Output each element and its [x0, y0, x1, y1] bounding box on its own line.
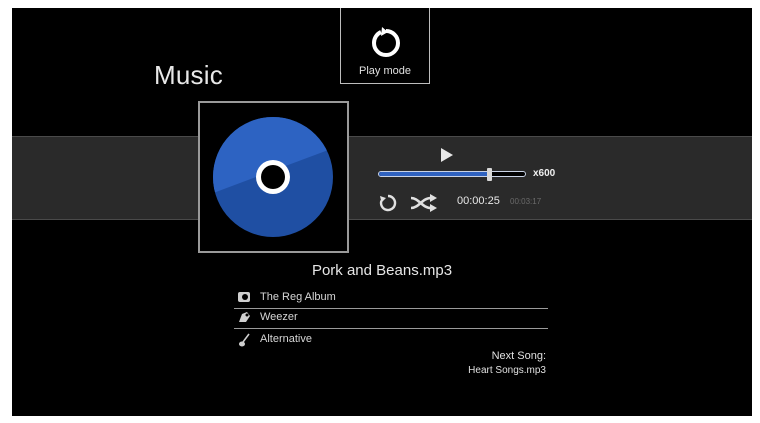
- genre-row: Alternative: [234, 330, 548, 350]
- elapsed-time: 00:00:25: [457, 195, 500, 207]
- next-song-label: Next Song:: [491, 350, 546, 362]
- artist-row: Weezer: [234, 308, 548, 329]
- progress-fill: [379, 172, 489, 176]
- song-title: Pork and Beans.mp3: [311, 262, 453, 279]
- progress-slider[interactable]: [378, 168, 526, 181]
- artist-icon: [239, 312, 250, 322]
- next-song-name: Heart Songs.mp3: [468, 365, 546, 376]
- shuffle-icon[interactable]: [410, 194, 440, 212]
- page-title: Music: [154, 60, 223, 90]
- total-time: 00:03:17: [510, 197, 542, 206]
- album-icon: [238, 292, 250, 302]
- album-name: The Reg Album: [260, 291, 336, 303]
- album-art: [198, 101, 349, 253]
- artist-name: Weezer: [260, 311, 298, 323]
- play-mode-label: Play mode: [359, 65, 411, 77]
- genre-name: Alternative: [260, 333, 312, 345]
- disc-icon: [213, 117, 333, 237]
- repeat-icon[interactable]: [378, 193, 398, 213]
- speed-indicator: x600: [533, 168, 556, 179]
- guitar-icon: [239, 333, 250, 347]
- progress-thumb[interactable]: [486, 168, 492, 181]
- music-player-screen: Music Play mode x600 00:00:25 00:03:17 P…: [12, 8, 752, 416]
- play-icon[interactable]: [440, 147, 454, 163]
- play-mode-button[interactable]: Play mode: [340, 8, 430, 84]
- album-row: The Reg Album: [234, 288, 548, 309]
- repeat-icon: [371, 27, 400, 57]
